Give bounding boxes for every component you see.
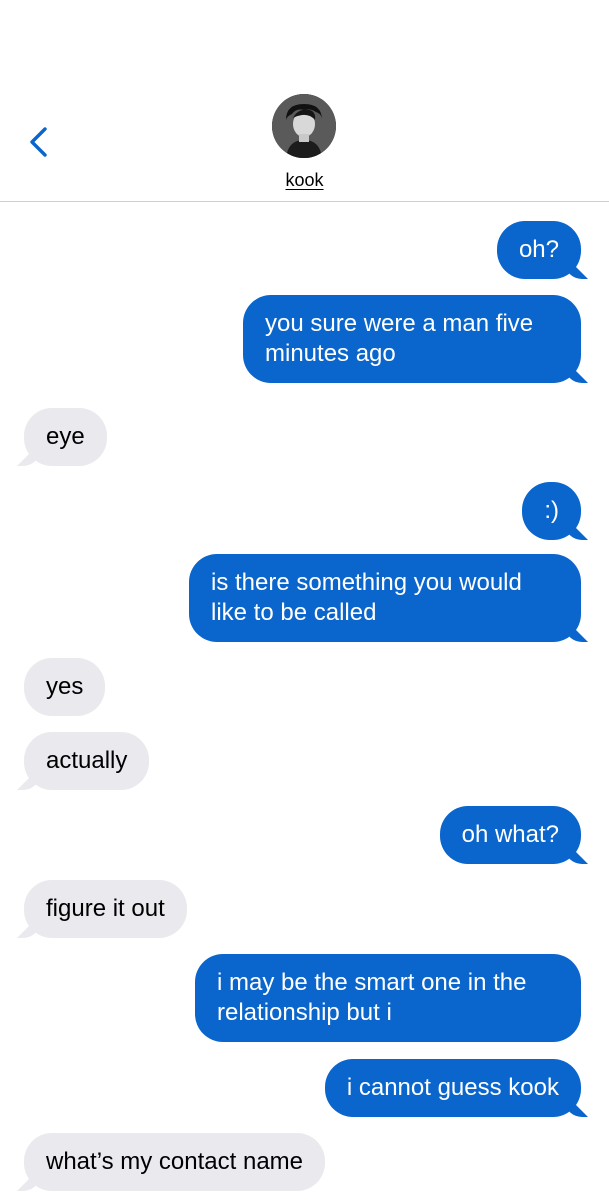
message-incoming[interactable]: figure it out [24, 880, 187, 938]
message-outgoing[interactable]: oh? [496, 221, 581, 279]
message-thread: oh? you sure were a man five minutes ago… [0, 0, 609, 1200]
message-outgoing[interactable]: i cannot guess kook [324, 1059, 581, 1117]
message-outgoing[interactable]: :) [522, 482, 581, 540]
message-outgoing[interactable]: i may be the smart one in the relationsh… [195, 954, 581, 1042]
message-incoming[interactable]: actually [24, 732, 150, 790]
message-outgoing[interactable]: you sure were a man five minutes ago [243, 295, 581, 383]
message-incoming[interactable]: what’s my contact name [24, 1133, 326, 1191]
message-incoming[interactable]: eye [24, 408, 107, 466]
message-outgoing[interactable]: oh what? [439, 806, 581, 864]
message-outgoing[interactable]: is there something you would like to be … [189, 554, 581, 642]
message-incoming[interactable]: yes [24, 658, 106, 716]
